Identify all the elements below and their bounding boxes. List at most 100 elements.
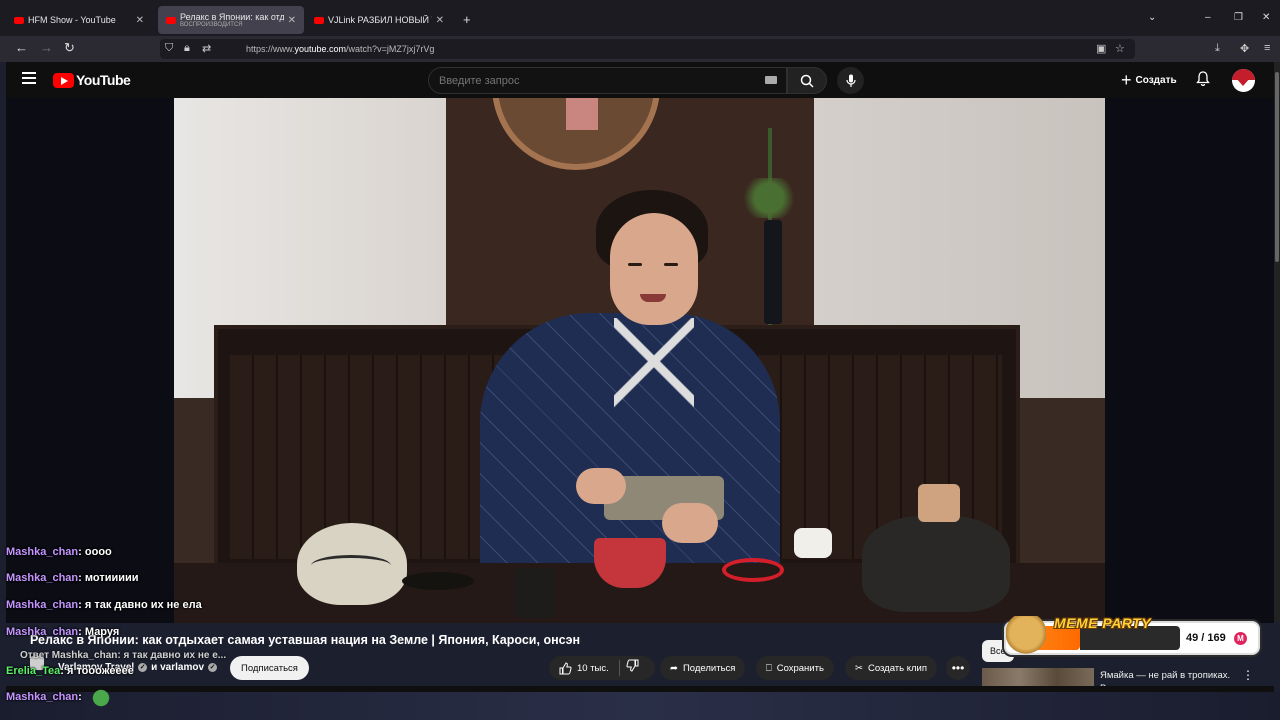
scene-hand xyxy=(662,503,718,543)
channel-conj[interactable]: и varlamov xyxy=(151,662,204,673)
extensions-icon[interactable]: ✥ xyxy=(1240,42,1249,55)
scene-red-tea-bowl xyxy=(594,538,666,588)
tab-hfm-show[interactable]: HFM Show - YouTube ✕ xyxy=(6,6,152,34)
tab-title: VJLink РАЗБИЛ НОВЫЙ ТЕЛЕВ xyxy=(328,15,432,25)
scene-eye xyxy=(628,263,642,266)
tab-title: Релакс в Японии: как отдыхает ВОСПРОИЗВО… xyxy=(180,12,284,28)
tab-title-text: Релакс в Японии: как отдыхает xyxy=(180,12,284,22)
scene-face xyxy=(610,213,698,325)
download-icon[interactable]: ⤓ xyxy=(1215,42,1220,55)
url-path: /watch?v=jMZ7jxj7rVg xyxy=(346,44,435,54)
search-button[interactable] xyxy=(787,67,827,94)
youtube-favicon-icon xyxy=(314,16,324,24)
tab-playing-label: ВОСПРОИЗВОДИТСЯ xyxy=(180,22,243,28)
video-player[interactable] xyxy=(174,98,1105,623)
meme-party-count: 49 / 169 xyxy=(1186,632,1226,644)
scene-tea-caddy xyxy=(514,568,556,618)
chat-message: Mashka_chan: xyxy=(6,691,82,703)
close-window-icon[interactable]: ✕ xyxy=(1262,12,1270,23)
meme-party-title: MEME PARTY xyxy=(1054,615,1152,631)
chat-reply-context: Ответ Mashka_chan: я так давно их не е..… xyxy=(20,650,227,661)
scene-paper-scroll xyxy=(566,98,598,130)
verified-icon: ✓ xyxy=(138,663,148,672)
scene-lacquer-lid xyxy=(402,572,474,590)
new-tab-button[interactable]: + xyxy=(463,12,471,27)
voice-search-button[interactable] xyxy=(837,67,864,94)
more-actions-button[interactable]: ••• xyxy=(946,656,970,680)
thumbs-down-icon xyxy=(626,659,639,672)
tab-relax-japan[interactable]: Релакс в Японии: как отдыхает ВОСПРОИЗВО… xyxy=(158,6,304,34)
close-tab-icon[interactable]: ✕ xyxy=(136,15,144,26)
notifications-bell-icon[interactable] xyxy=(1196,71,1210,89)
youtube-favicon-icon xyxy=(14,16,24,24)
avatar[interactable] xyxy=(1232,69,1255,92)
permissions-icon[interactable]: ⇄ xyxy=(202,42,211,55)
chat-nick: Mashka_chan xyxy=(6,572,79,584)
clip-button[interactable]: ✂ Создать клип xyxy=(845,656,937,680)
forward-icon[interactable]: → xyxy=(40,40,53,55)
tab-vjlink[interactable]: VJLink РАЗБИЛ НОВЫЙ ТЕЛЕВ ✕ xyxy=(306,6,452,34)
scrollbar-thumb[interactable] xyxy=(1275,72,1279,262)
share-icon: ➦ xyxy=(670,662,678,674)
chat-message: Mashka_chan: я так давно их не ела xyxy=(6,599,202,611)
microphone-icon xyxy=(845,74,856,87)
chat-nick: Erelia_Tea xyxy=(6,665,61,677)
close-tab-icon[interactable]: ✕ xyxy=(288,15,296,26)
scene-ceramic-pot xyxy=(297,523,407,605)
shield-icon[interactable]: ⛉ xyxy=(165,42,173,55)
scene-smile xyxy=(640,294,666,302)
chat-text: я так давно их не ела xyxy=(84,599,202,611)
minimize-icon[interactable]: – xyxy=(1205,12,1211,23)
chat-message: Mashka_chan: мотиииии xyxy=(6,572,139,584)
lock-icon[interactable]: 🔒︎ xyxy=(184,42,190,55)
chat-text: я тооожееее xyxy=(66,665,134,677)
chat-nick: Mashka_chan xyxy=(6,599,79,611)
chat-text: мотиииии xyxy=(84,572,139,584)
youtube-logo-text[interactable]: YouTube xyxy=(76,72,131,88)
bookmark-icon: ⎕ xyxy=(766,662,772,674)
dislike-button[interactable] xyxy=(626,659,639,675)
reload-icon[interactable]: ↻ xyxy=(64,40,75,56)
url-host: youtube.com xyxy=(294,44,347,54)
scene-collar xyxy=(614,318,694,408)
recommendation-more-icon[interactable]: ⋮ xyxy=(1242,668,1254,682)
scene-eye xyxy=(664,263,678,266)
meme-badge-icon: M xyxy=(1234,632,1247,645)
picture-in-picture-icon[interactable]: ▣ xyxy=(1096,42,1106,55)
thumbs-up-icon xyxy=(559,661,572,674)
app-menu-icon[interactable]: ≡ xyxy=(1264,42,1270,54)
hamburger-menu-icon[interactable] xyxy=(22,72,36,84)
youtube-logo-icon[interactable] xyxy=(53,73,74,88)
subscribe-button[interactable]: Подписаться xyxy=(230,656,309,680)
scene-hand xyxy=(576,468,626,504)
scene-white-cup xyxy=(794,528,832,558)
restore-icon[interactable]: ❐ xyxy=(1234,12,1243,23)
scene-iron-kettle xyxy=(862,516,1010,612)
search-input[interactable] xyxy=(428,67,787,94)
share-button[interactable]: ➦ Поделиться xyxy=(660,656,746,680)
youtube-favicon-icon xyxy=(166,16,176,24)
search-icon xyxy=(800,74,814,88)
back-icon[interactable]: ← xyxy=(15,40,28,55)
chat-text: оооо xyxy=(84,546,112,558)
close-tab-icon[interactable]: ✕ xyxy=(436,15,444,26)
create-button[interactable]: + Создать xyxy=(1115,68,1183,93)
chat-message: Mashka_chan: оооо xyxy=(6,546,112,558)
like-button[interactable]: 10 тыс. xyxy=(549,656,609,680)
address-bar[interactable]: https://www. youtube.com/watch?v=jMZ7jxj7… xyxy=(160,39,1135,59)
plus-icon: + xyxy=(1121,70,1132,90)
chat-message: Mashka_chan: Маруя xyxy=(6,626,120,638)
chat-text: Маруя xyxy=(84,626,120,638)
bookmark-star-icon[interactable]: ☆ xyxy=(1115,42,1125,55)
keyboard-icon[interactable] xyxy=(765,76,777,84)
chat-message: Erelia_Tea: я тооожееее xyxy=(6,665,134,677)
save-button[interactable]: ⎕ Сохранить xyxy=(756,656,834,680)
save-label: Сохранить xyxy=(776,662,824,674)
list-tabs-icon[interactable]: ⌄ xyxy=(1148,12,1156,23)
scene-vase xyxy=(764,220,782,324)
like-divider xyxy=(619,660,620,676)
verified-icon: ✓ xyxy=(208,663,218,672)
tab-title: HFM Show - YouTube xyxy=(28,15,116,25)
like-count: 10 тыс. xyxy=(577,662,609,674)
chat-nick: Mashka_chan xyxy=(6,626,79,638)
